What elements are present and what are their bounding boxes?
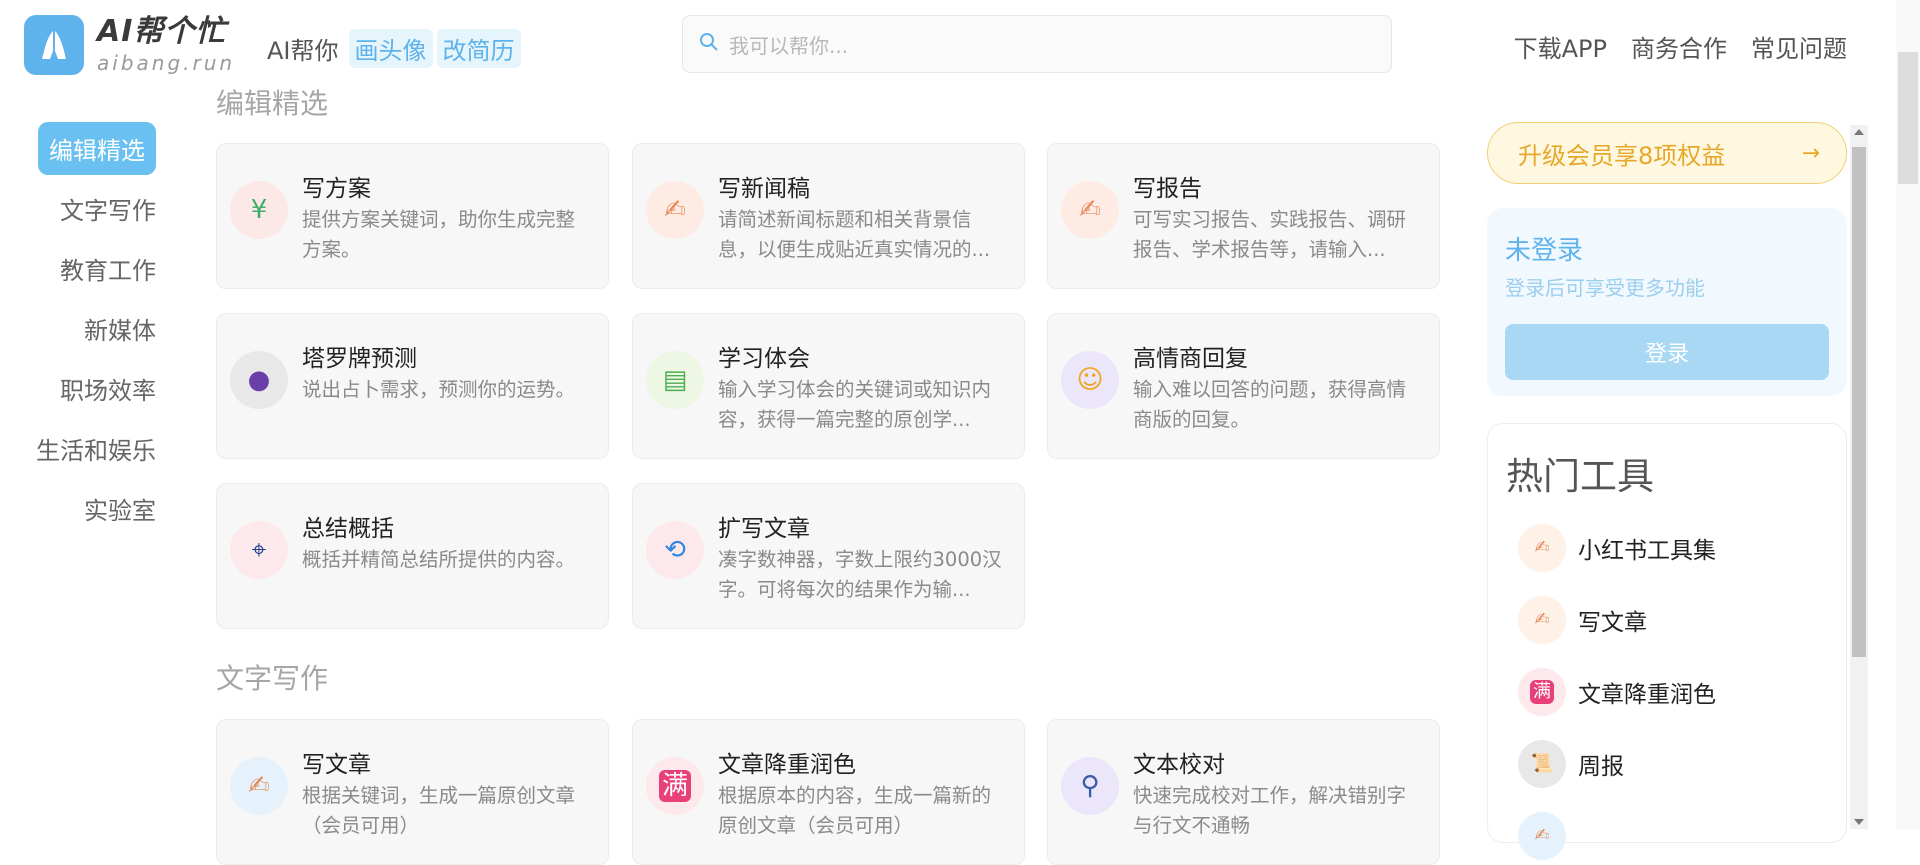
search-input[interactable]: 我可以帮你... — [682, 15, 1392, 73]
writing-hand-icon: ✍ — [646, 181, 704, 239]
card-title: 总结概括 — [302, 516, 394, 542]
card-desc: 根据关键词，生成一篇原创文章（会员可用） — [302, 784, 576, 837]
hot-tool-label: 小红书工具集 — [1578, 538, 1716, 564]
login-button[interactable]: 登录 — [1505, 324, 1829, 380]
card-title: 文章降重润色 — [718, 752, 856, 778]
tool-card[interactable]: ☺ 高情商回复 输入难以回答的问题，获得高情商版的回复。 — [1047, 313, 1440, 459]
sidebar-item-workplace[interactable]: 职场效率 — [0, 358, 168, 418]
money-icon: ¥ — [230, 181, 288, 239]
card-desc: 凑字数神器，字数上限约3000汉字。可将每次的结果作为输... — [718, 548, 1002, 601]
writing-hand-icon: ✍ — [230, 757, 288, 815]
content-scrollbar[interactable] — [1850, 125, 1868, 829]
scroll-down-icon[interactable] — [1854, 819, 1864, 825]
arrow-right-icon: → — [1801, 140, 1820, 166]
tool-card[interactable]: ⌖ 总结概括 概括并精简总结所提供的内容。 — [216, 483, 609, 629]
full-mark-icon: 满 — [1518, 668, 1566, 716]
nav-faq[interactable]: 常见问题 — [1751, 29, 1847, 64]
hot-tool-label: 周报 — [1578, 754, 1624, 780]
scroll-up-icon[interactable] — [1854, 129, 1864, 135]
card-desc: 输入难以回答的问题，获得高情商版的回复。 — [1133, 378, 1407, 431]
section-title: 文字写作 — [216, 662, 329, 695]
card-title: 写新闻稿 — [718, 176, 810, 202]
card-title: 写文章 — [302, 752, 371, 778]
tool-card[interactable]: ▤ 学习体会 输入学习体会的关键词或知识内容，获得一篇完整的原创学... — [632, 313, 1025, 459]
tool-card[interactable]: ✍ 写文章 根据关键词，生成一篇原创文章（会员可用） — [216, 719, 609, 865]
logo-subtitle: aibang.run — [97, 51, 236, 75]
tool-card[interactable]: ⚲ 文本校对 快速完成校对工作，解决错别字与行文不通畅 — [1047, 719, 1440, 865]
nav-edit-resume[interactable]: 改简历 — [436, 29, 521, 68]
tool-card[interactable]: ¥ 写方案 提供方案关键词，助你生成完整方案。 — [216, 143, 609, 289]
page-scrollbar[interactable] — [1896, 0, 1920, 829]
nav-download-app[interactable]: 下载APP — [1514, 29, 1607, 64]
card-desc: 可写实习报告、实践报告、调研报告、学术报告等，请输入... — [1133, 208, 1407, 261]
login-status: 未登录 — [1505, 236, 1584, 266]
right-nav: 下载APP 商务合作 常见问题 — [1490, 29, 1847, 64]
nav-draw-avatar[interactable]: 画头像 — [348, 29, 433, 68]
sidebar-item-new-media[interactable]: 新媒体 — [0, 298, 168, 358]
nav-ai-help[interactable]: AI帮你 — [267, 31, 339, 66]
writing-hand-icon: ✍ — [1518, 524, 1566, 572]
sidebar-item-writing[interactable]: 文字写作 — [0, 178, 168, 238]
tool-card[interactable]: ✍ 写报告 可写实习报告、实践报告、调研报告、学术报告等，请输入... — [1047, 143, 1440, 289]
card-desc: 说出占卜需求，预测你的运势。 — [302, 378, 576, 401]
tool-card[interactable]: ⟲ 扩写文章 凑字数神器，字数上限约3000汉字。可将每次的结果作为输... — [632, 483, 1025, 629]
card-desc: 快速完成校对工作，解决错别字与行文不通畅 — [1133, 784, 1407, 837]
page-scrollbar-thumb[interactable] — [1898, 52, 1918, 184]
card-desc: 提供方案关键词，助你生成完整方案。 — [302, 208, 576, 261]
sidebar-item-education[interactable]: 教育工作 — [0, 238, 168, 298]
sidebar-item-life[interactable]: 生活和娱乐 — [0, 418, 168, 478]
tool-card[interactable]: ● 塔罗牌预测 说出占卜需求，预测你的运势。 — [216, 313, 609, 459]
tool-card[interactable]: 满 文章降重润色 根据原本的内容，生成一篇新的原创文章（会员可用） — [632, 719, 1025, 865]
hot-tool-item[interactable]: ✍ 小红书工具集 — [1518, 524, 1716, 572]
top-nav: AI帮你 画头像 改简历 — [267, 29, 525, 68]
logo-title: AI帮个忙 — [97, 14, 227, 49]
card-desc: 输入学习体会的关键词或知识内容，获得一篇完整的原创学... — [718, 378, 992, 431]
logo[interactable]: AI帮个忙 aibang.run — [24, 15, 235, 75]
full-mark-icon: 满 — [646, 757, 704, 815]
crystal-ball-icon: ● — [230, 351, 288, 409]
refresh-icon: ⟲ — [646, 521, 704, 579]
hot-tool-item[interactable]: ✍ 写文章 — [1518, 596, 1647, 644]
books-icon: ▤ — [646, 351, 704, 409]
section-title: 编辑精选 — [216, 87, 329, 120]
search-icon — [699, 32, 719, 56]
hot-tool-item[interactable]: 📜 周报 — [1518, 740, 1624, 788]
sidebar-item-lab[interactable]: 实验室 — [0, 478, 168, 538]
magnifier-icon: ⚲ — [1061, 757, 1119, 815]
card-title: 写方案 — [302, 176, 371, 202]
writing-hand-icon: ✍ — [1518, 596, 1566, 644]
nav-business[interactable]: 商务合作 — [1631, 29, 1727, 64]
card-desc: 概括并精简总结所提供的内容。 — [302, 548, 576, 571]
praying-hands-icon — [24, 15, 84, 75]
card-title: 塔罗牌预测 — [302, 346, 417, 372]
smile-face-icon: ☺ — [1061, 351, 1119, 409]
card-title: 高情商回复 — [1133, 346, 1248, 372]
upgrade-label: 升级会员享8项权益 — [1518, 141, 1726, 170]
tool-card[interactable]: ✍ 写新闻稿 请简述新闻标题和相关背景信息，以便生成贴近真实情况的... — [632, 143, 1025, 289]
card-title: 写报告 — [1133, 176, 1202, 202]
card-title: 文本校对 — [1133, 752, 1225, 778]
login-panel: 未登录 登录后可享受更多功能 登录 — [1487, 208, 1847, 396]
card-desc: 请简述新闻标题和相关背景信息，以便生成贴近真实情况的... — [718, 208, 991, 261]
login-hint: 登录后可享受更多功能 — [1505, 276, 1705, 300]
sidebar-item-featured[interactable]: 编辑精选 — [0, 118, 168, 178]
scrollbar-thumb[interactable] — [1852, 147, 1866, 657]
card-desc: 根据原本的内容，生成一篇新的原创文章（会员可用） — [718, 784, 992, 837]
telescope-icon: ⌖ — [230, 521, 288, 579]
scroll-icon: 📜 — [1518, 740, 1566, 788]
hot-tool-item[interactable]: 满 文章降重润色 — [1518, 668, 1716, 716]
card-title: 学习体会 — [718, 346, 810, 372]
upgrade-membership-button[interactable]: 升级会员享8项权益 → — [1487, 122, 1847, 184]
writing-hand-icon: ✍ — [1518, 812, 1566, 860]
hot-tool-label: 写文章 — [1578, 610, 1647, 636]
search-placeholder: 我可以帮你... — [729, 33, 849, 58]
card-title: 扩写文章 — [718, 516, 810, 542]
writing-hand-icon: ✍ — [1061, 181, 1119, 239]
hot-tools-panel: 热门工具 ✍ 小红书工具集 ✍ 写文章 满 文章降重润色 📜 周报 ✍ — [1487, 423, 1847, 860]
hot-tool-item[interactable]: ✍ — [1518, 812, 1578, 860]
hot-tools-title: 热门工具 — [1506, 455, 1654, 498]
category-sidebar: 编辑精选 文字写作 教育工作 新媒体 职场效率 生活和娱乐 实验室 — [0, 118, 168, 538]
hot-tool-label: 文章降重润色 — [1578, 682, 1716, 708]
